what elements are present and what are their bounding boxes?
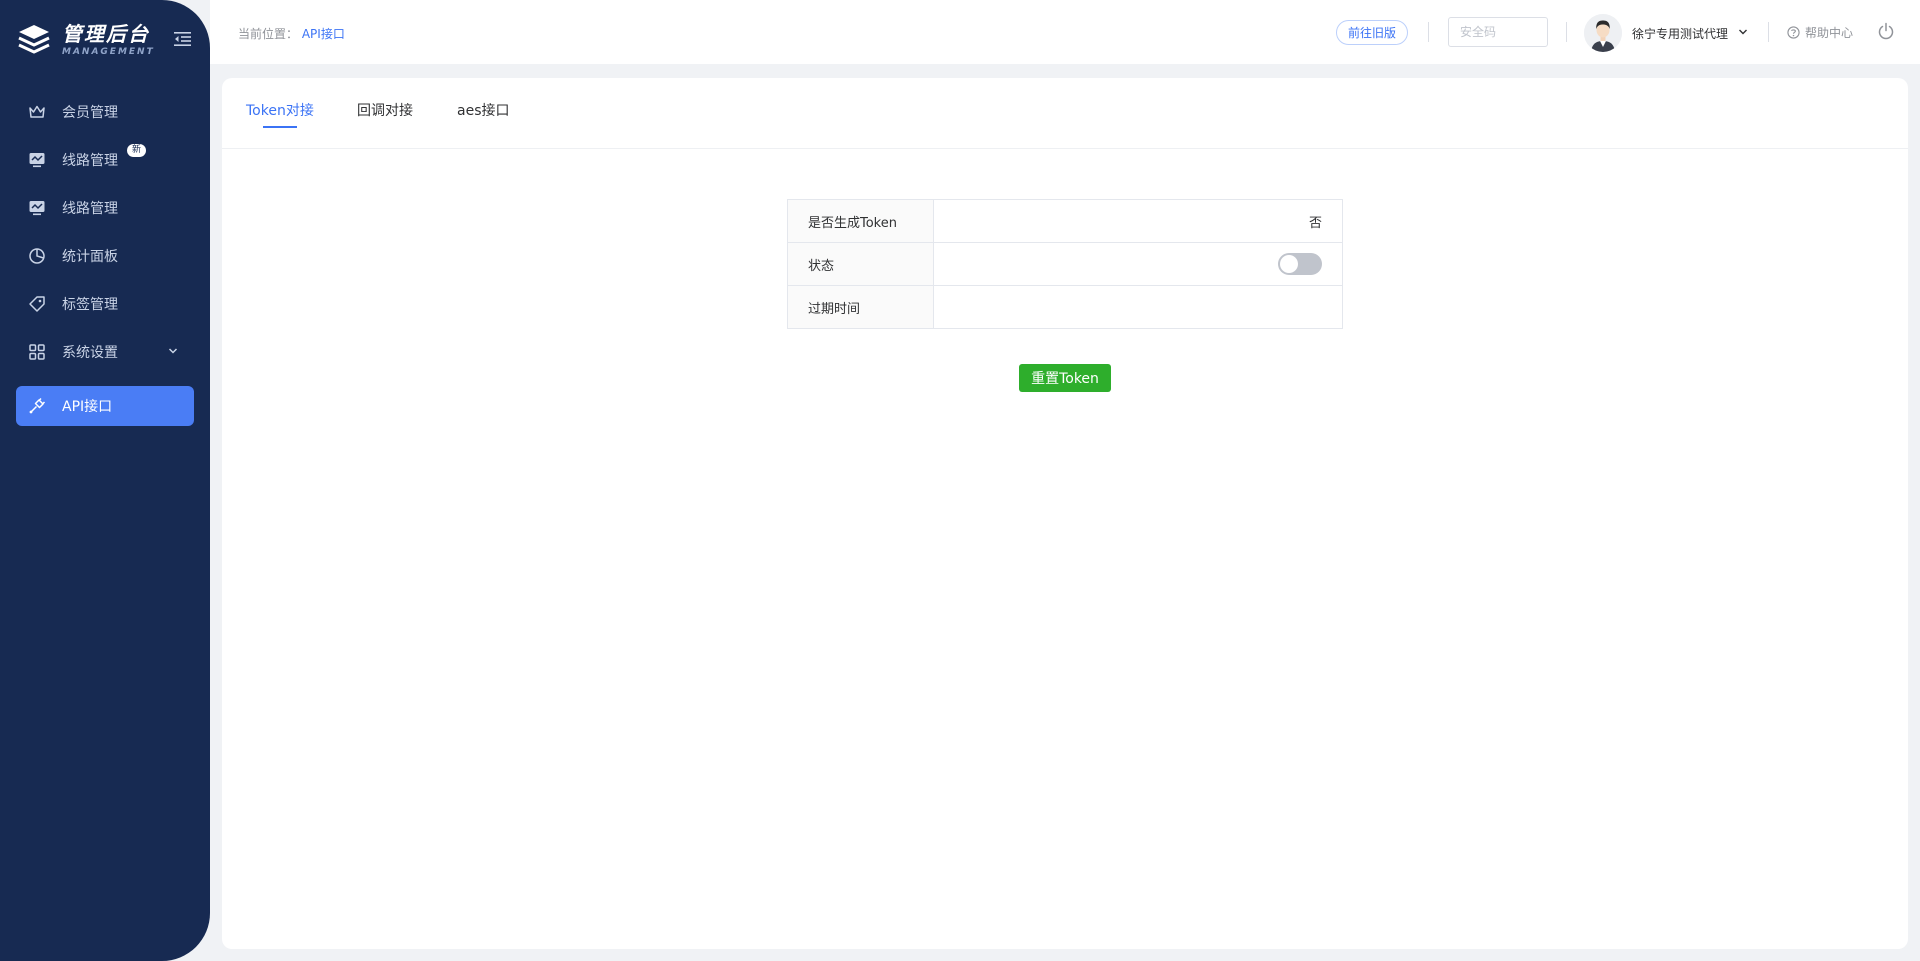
token-generated-value: 否	[933, 199, 1343, 243]
sidebar-menu: 会员管理 线路管理 新 线路管理 统计面板 标签管理 系统设置 API接口	[0, 92, 210, 434]
row-label: 是否生成Token	[787, 199, 934, 243]
sidebar-item-label: 系统设置	[62, 345, 118, 361]
question-circle-icon	[1787, 26, 1800, 39]
sidebar-item-label: 线路管理	[62, 201, 118, 217]
divider	[1768, 22, 1769, 42]
breadcrumb: 当前位置： API接口	[238, 25, 345, 42]
old-version-button[interactable]: 前往旧版	[1336, 20, 1408, 45]
expire-time-value	[933, 285, 1343, 329]
help-center-link[interactable]: 帮助中心	[1787, 24, 1853, 41]
tag-icon	[28, 295, 46, 313]
logo-title: 管理后台	[62, 21, 150, 46]
monitor-icon	[28, 199, 46, 217]
toggle-knob	[1280, 255, 1298, 273]
breadcrumb-prefix: 当前位置：	[238, 27, 299, 41]
logo-subtitle: MANAGEMENT	[62, 46, 155, 57]
top-header: 当前位置： API接口 前往旧版 徐宁专用测试代理 帮助中心	[210, 0, 1920, 64]
user-avatar-icon	[1584, 14, 1622, 52]
grid-icon	[28, 343, 46, 361]
chevron-down-icon[interactable]	[1738, 27, 1748, 37]
sidebar: 管理后台 MANAGEMENT 会员管理 线路管理 新 线路管理 统计面板 标签…	[0, 0, 210, 961]
sidebar-item-label: API接口	[62, 399, 113, 415]
plug-icon	[28, 397, 46, 415]
avatar[interactable]	[1584, 14, 1622, 52]
divider	[1566, 22, 1567, 42]
row-label: 过期时间	[787, 285, 934, 329]
sidebar-item-member[interactable]: 会员管理	[16, 92, 194, 132]
table-row: 过期时间	[787, 285, 1343, 329]
tab-token[interactable]: Token对接	[246, 100, 314, 120]
sidebar-item-label: 统计面板	[62, 249, 118, 265]
security-code-input[interactable]	[1448, 17, 1548, 47]
sidebar-item-api[interactable]: API接口	[16, 386, 194, 426]
user-name[interactable]: 徐宁专用测试代理	[1632, 25, 1728, 42]
menu-collapse-icon[interactable]	[174, 31, 191, 47]
tab-active-indicator	[263, 126, 297, 128]
chevron-down-icon	[168, 348, 178, 354]
tab-callback[interactable]: 回调对接	[357, 100, 413, 120]
sidebar-item-route-new[interactable]: 线路管理 新	[16, 140, 194, 180]
main-card: Token对接 回调对接 aes接口 是否生成Token 否 状态 过期时间 重…	[222, 78, 1908, 949]
status-toggle[interactable]	[1278, 253, 1322, 275]
reset-token-button[interactable]: 重置Token	[1019, 364, 1111, 392]
row-label: 状态	[787, 242, 934, 286]
status-cell	[933, 242, 1343, 286]
token-info-table: 是否生成Token 否 状态 过期时间	[787, 199, 1343, 329]
monitor-icon	[28, 151, 46, 169]
sidebar-item-stats[interactable]: 统计面板	[16, 236, 194, 276]
sidebar-item-route[interactable]: 线路管理	[16, 188, 194, 228]
tab-bar: Token对接 回调对接 aes接口	[222, 78, 1908, 149]
sidebar-item-label: 线路管理	[62, 153, 118, 169]
table-row: 状态	[787, 242, 1343, 286]
help-center-label: 帮助中心	[1805, 26, 1854, 40]
tab-aes[interactable]: aes接口	[457, 100, 510, 120]
power-icon[interactable]	[1877, 22, 1895, 40]
table-row: 是否生成Token 否	[787, 199, 1343, 243]
logo[interactable]: 管理后台 MANAGEMENT	[16, 22, 155, 58]
divider	[1428, 22, 1429, 42]
pie-chart-icon	[28, 247, 46, 265]
sidebar-item-label: 标签管理	[62, 297, 118, 313]
logo-text: 管理后台 MANAGEMENT	[62, 24, 155, 57]
layers-logo-icon	[18, 25, 50, 54]
crown-icon	[28, 103, 46, 121]
sidebar-item-tags[interactable]: 标签管理	[16, 284, 194, 324]
sidebar-item-settings[interactable]: 系统设置	[16, 332, 194, 372]
sidebar-item-label: 会员管理	[62, 105, 118, 121]
breadcrumb-current[interactable]: API接口	[302, 27, 345, 41]
new-badge: 新	[127, 144, 147, 157]
